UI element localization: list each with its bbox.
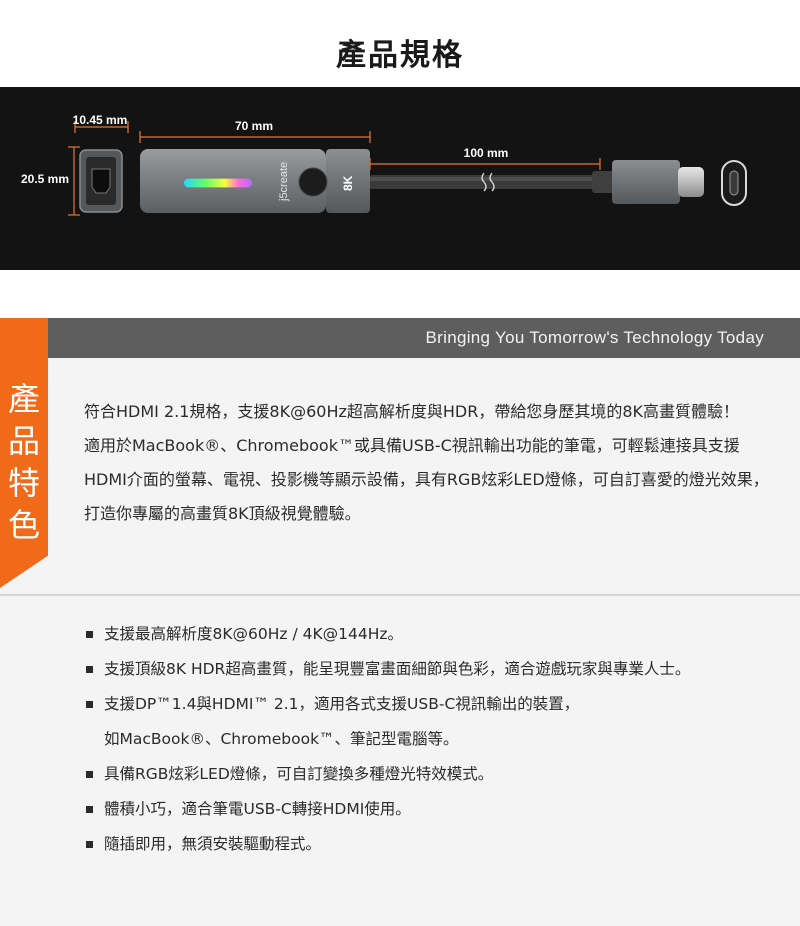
- feature-bullet-list: 支援最高解析度8K@60Hz / 4K@144Hz。 支援頂級8K HDR超高畫…: [86, 617, 786, 862]
- bullet-text: 支援頂級8K HDR超高畫質，能呈現豐富畫面細節與色彩，適合遊戲玩家與專業人士。: [104, 660, 691, 678]
- badge-8k: 8K: [341, 175, 355, 191]
- tab-char: 產: [7, 380, 40, 418]
- tab-char: 品: [7, 422, 40, 460]
- dim-cable-length: 100 mm: [464, 146, 509, 160]
- bullet-square-icon: [86, 771, 93, 778]
- bullet-text: 支援DP™1.4與HDMI™ 2.1，適用各式支援USB-C視訊輸出的裝置，: [104, 695, 580, 713]
- list-item: 體積小巧，適合筆電USB-C轉接HDMI使用。: [86, 792, 786, 827]
- brand-logo: j5create: [278, 162, 290, 202]
- bullet-continuation: 如MacBook®、Chromebook™、筆記型電腦等。: [104, 730, 459, 748]
- dim-body-length: 70 mm: [235, 119, 273, 133]
- bullet-square-icon: [86, 701, 93, 708]
- bullet-text: 隨插即用，無須安裝驅動程式。: [104, 835, 322, 853]
- tab-char: 特: [7, 464, 40, 502]
- intro-paragraph-2: 適用於MacBook®、Chromebook™或具備USB-C視訊輸出功能的筆電…: [84, 436, 769, 523]
- spec-diagram: 10.45 mm 70 mm 100 mm 20.5 mm j5create 8…: [0, 87, 800, 270]
- usb-c-port-icon: [721, 160, 747, 206]
- list-item: 支援DP™1.4與HDMI™ 2.1，適用各式支援USB-C視訊輸出的裝置， 如…: [86, 687, 786, 757]
- bullet-square-icon: [86, 806, 93, 813]
- intro-paragraph-1: 符合HDMI 2.1規格，支援8K@60Hz超高解析度與HDR，帶給您身歷其境的…: [84, 402, 740, 421]
- dim-port-height: 20.5 mm: [21, 172, 69, 186]
- adapter-body: [140, 149, 370, 213]
- tab-char: 色: [7, 506, 40, 544]
- bullet-text: 體積小巧，適合筆電USB-C轉接HDMI使用。: [104, 800, 411, 818]
- hdmi-port-icon: [79, 149, 123, 213]
- bullet-square-icon: [86, 631, 93, 638]
- list-item: 支援頂級8K HDR超高畫質，能呈現豐富畫面細節與色彩，適合遊戲玩家與專業人士。: [86, 652, 786, 687]
- dim-port-width: 10.45 mm: [73, 113, 128, 127]
- list-item: 隨插即用，無須安裝驅動程式。: [86, 827, 786, 862]
- feature-header-bar: Bringing You Tomorrow's Technology Today: [0, 318, 800, 358]
- page-title: 產品規格: [336, 38, 464, 73]
- list-item: 支援最高解析度8K@60Hz / 4K@144Hz。: [86, 617, 786, 652]
- feature-tab: 產 品 特 色: [0, 318, 48, 588]
- adapter-illustration: 10.45 mm 70 mm 100 mm 20.5 mm j5create 8…: [21, 113, 747, 216]
- cable: [370, 172, 612, 192]
- usb-c-connector-icon: [592, 160, 704, 204]
- list-item: 具備RGB炫彩LED燈條，可自訂變換多種燈光特效模式。: [86, 757, 786, 792]
- bullet-square-icon: [86, 841, 93, 848]
- bullet-square-icon: [86, 666, 93, 673]
- intro-text: 符合HDMI 2.1規格，支援8K@60Hz超高解析度與HDR，帶給您身歷其境的…: [84, 395, 774, 531]
- bullet-text: 支援最高解析度8K@60Hz / 4K@144Hz。: [104, 625, 404, 643]
- tagline: Bringing You Tomorrow's Technology Today: [425, 328, 764, 347]
- bullet-text: 具備RGB炫彩LED燈條，可自訂變換多種燈光特效模式。: [104, 765, 494, 783]
